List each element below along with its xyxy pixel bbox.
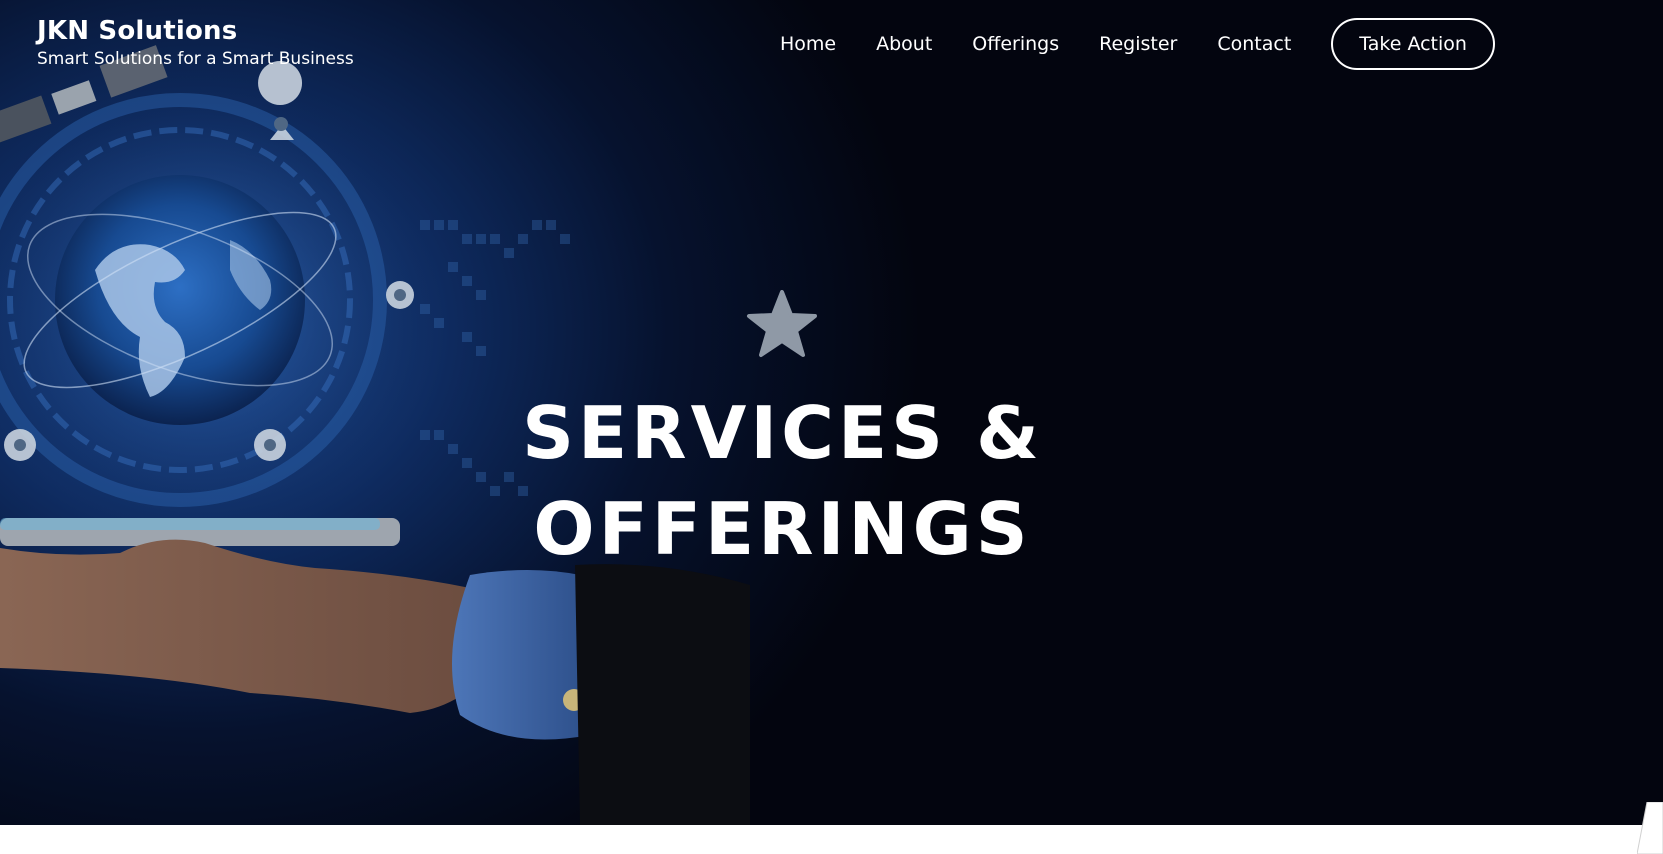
- nav-item-register[interactable]: Register: [1099, 33, 1177, 55]
- site-title[interactable]: JKN Solutions: [37, 14, 354, 48]
- main-nav: Home About Offerings Register Contact Ta…: [780, 18, 1495, 70]
- nav-item-about[interactable]: About: [876, 33, 932, 55]
- nav-item-offerings[interactable]: Offerings: [972, 33, 1059, 55]
- hero-section: JKN Solutions Smart Solutions for a Smar…: [0, 0, 1663, 825]
- hero-title-line1: SERVICES &: [522, 391, 1043, 475]
- corner-decoration: [1637, 802, 1663, 854]
- brand[interactable]: JKN Solutions Smart Solutions for a Smar…: [37, 14, 354, 70]
- nav-item-contact[interactable]: Contact: [1217, 33, 1291, 55]
- hero-title: SERVICES & OFFERINGS: [450, 385, 1115, 577]
- site-tagline: Smart Solutions for a Smart Business: [37, 49, 354, 69]
- nav-item-home[interactable]: Home: [780, 33, 836, 55]
- star-icon: [747, 290, 817, 357]
- hero-title-line2: OFFERINGS: [533, 487, 1032, 571]
- take-action-button[interactable]: Take Action: [1331, 18, 1495, 70]
